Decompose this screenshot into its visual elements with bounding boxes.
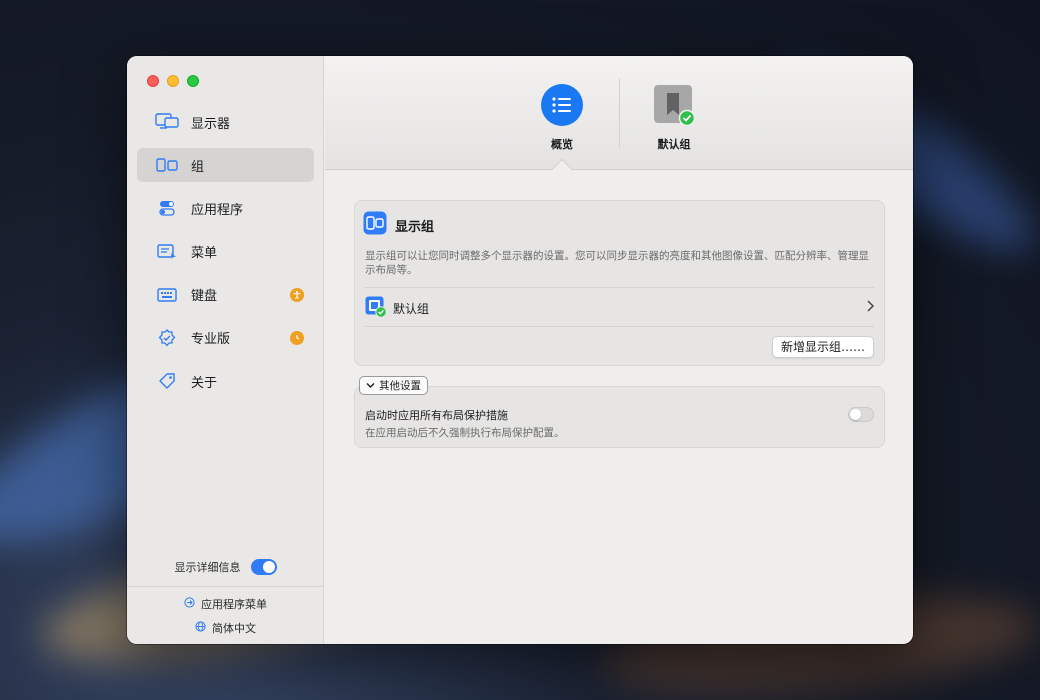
app-menu-label: 应用程序菜单 xyxy=(201,598,267,611)
app-menu-link[interactable]: 应用程序菜单 xyxy=(127,596,324,612)
sidebar-item-label: 应用程序 xyxy=(191,202,244,218)
sidebar-item-menu[interactable]: 菜单 xyxy=(137,235,314,269)
toolbar-separator xyxy=(619,78,620,148)
tab-overview[interactable]: 概览 xyxy=(522,84,602,152)
display-group-description: 显示组可以让您同时调整多个显示器的设置。您可以同步显示器的亮度和其他图像设置、匹… xyxy=(365,250,869,276)
sidebar-item-pro[interactable]: 专业版 xyxy=(137,321,314,355)
chevron-down-icon xyxy=(366,380,375,392)
show-details-label: 显示详细信息 xyxy=(174,561,241,574)
apps-toggle-icon xyxy=(155,198,179,218)
sidebar-item-label: 关于 xyxy=(191,375,218,391)
setting-description: 在应用启动后不久强制执行布局保护配置。 xyxy=(365,427,565,439)
tab-default-group[interactable]: 默认组 xyxy=(634,84,714,152)
sidebar-item-apps[interactable]: 应用程序 xyxy=(137,191,314,225)
sidebar-item-about[interactable]: 关于 xyxy=(137,364,314,398)
bookmark-check-icon xyxy=(653,84,696,127)
chevron-right-icon xyxy=(866,300,875,316)
default-group-label: 默认组 xyxy=(393,301,430,316)
divider xyxy=(365,287,874,288)
language-label: 简体中文 xyxy=(212,622,256,635)
groups-icon xyxy=(363,211,387,239)
close-button[interactable] xyxy=(147,75,159,87)
show-details-row: 显示详细信息 xyxy=(127,559,324,575)
sidebar-item-label: 菜单 xyxy=(191,246,218,262)
tab-label: 默认组 xyxy=(657,138,691,151)
sidebar-item-label: 显示器 xyxy=(191,116,231,132)
minimize-button[interactable] xyxy=(167,75,179,87)
sidebar-item-label: 组 xyxy=(191,159,205,175)
default-group-icon xyxy=(365,296,387,321)
displays-icon xyxy=(155,112,179,132)
other-settings-card: 启动时应用所有布局保护措施 在应用启动后不久强制执行布局保护配置。 xyxy=(354,386,885,448)
zoom-button[interactable] xyxy=(187,75,199,87)
setting-title: 启动时应用所有布局保护措施 xyxy=(365,409,508,422)
verified-badge-icon xyxy=(155,328,179,348)
sidebar: 显示器 组 应用程序 菜单 键盘 专业版 关于 显示详细信息 应用程序菜单 简体… xyxy=(127,56,324,644)
menu-icon xyxy=(155,242,179,262)
sidebar-nav: 显示器 组 应用程序 菜单 键盘 专业版 关于 xyxy=(137,105,314,407)
language-link[interactable]: 简体中文 xyxy=(127,620,324,636)
display-group-card: 显示组 显示组可以让您同时调整多个显示器的设置。您可以同步显示器的亮度和其他图像… xyxy=(354,200,885,366)
sidebar-item-displays[interactable]: 显示器 xyxy=(137,105,314,139)
other-settings-toggle[interactable]: 其他设置 xyxy=(359,376,428,395)
tag-icon xyxy=(155,371,179,391)
sidebar-divider xyxy=(127,586,324,587)
sidebar-item-groups[interactable]: 组 xyxy=(137,148,314,183)
card-title: 显示组 xyxy=(363,211,434,239)
tab-label: 概览 xyxy=(551,138,573,151)
display-group-title: 显示组 xyxy=(395,219,435,235)
groups-icon xyxy=(155,155,179,175)
main-content: 概览 默认组 显示组 显示组可以让您同时调整多个显示器的设置。您可以同步显示器的… xyxy=(325,56,913,644)
active-tab-indicator xyxy=(550,158,574,182)
add-display-group-button[interactable]: 新增显示组…… xyxy=(771,336,874,358)
app-window: 显示器 组 应用程序 菜单 键盘 专业版 关于 显示详细信息 应用程序菜单 简体… xyxy=(127,56,913,644)
sidebar-item-label: 专业版 xyxy=(191,332,231,348)
keyboard-icon xyxy=(155,285,179,305)
globe-icon xyxy=(195,621,206,635)
default-group-row[interactable]: 默认组 xyxy=(365,291,875,325)
sidebar-item-label: 键盘 xyxy=(191,289,218,305)
arrow-circle-icon xyxy=(184,597,195,611)
clock-icon xyxy=(290,330,304,345)
window-controls xyxy=(147,75,199,87)
toolbar: 概览 默认组 xyxy=(325,56,913,182)
show-details-toggle[interactable] xyxy=(250,559,277,575)
divider xyxy=(365,326,874,327)
layout-protection-toggle[interactable] xyxy=(848,407,874,422)
other-settings-label: 其他设置 xyxy=(379,380,421,392)
sidebar-item-keyboard[interactable]: 键盘 xyxy=(137,278,314,312)
accessibility-icon xyxy=(290,287,304,302)
list-icon xyxy=(541,84,583,126)
